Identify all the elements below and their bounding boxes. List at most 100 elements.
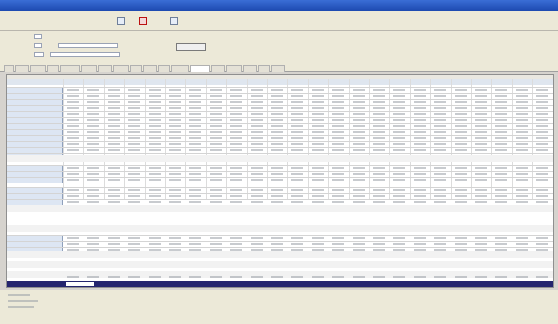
grid-cell[interactable] <box>332 137 345 139</box>
grid-cell[interactable] <box>209 173 222 175</box>
grid-cell[interactable] <box>209 101 222 103</box>
filter-input-2[interactable] <box>34 43 42 48</box>
grid-cell[interactable] <box>148 249 161 251</box>
grid-cell[interactable] <box>189 237 202 239</box>
tab-16[interactable] <box>243 65 257 72</box>
grid-cell[interactable] <box>413 125 426 127</box>
grid-cell[interactable] <box>332 276 345 278</box>
grid-cell[interactable] <box>495 101 508 103</box>
grid-cell[interactable] <box>352 113 365 115</box>
grid-cell[interactable] <box>291 89 304 91</box>
grid-cell[interactable] <box>413 101 426 103</box>
grid-cell[interactable] <box>536 137 549 139</box>
grid-cell[interactable] <box>393 89 406 91</box>
grid-cell[interactable] <box>230 173 243 175</box>
grid-cell[interactable] <box>495 143 508 145</box>
grid-cell[interactable] <box>209 201 222 203</box>
tab-14[interactable] <box>211 65 225 72</box>
grid-cell[interactable] <box>332 89 345 91</box>
grid-cell[interactable] <box>67 276 79 278</box>
grid-cell[interactable] <box>189 243 202 245</box>
grid-cell[interactable] <box>271 173 283 175</box>
grid-cell[interactable] <box>332 131 345 133</box>
grid-cell[interactable] <box>87 167 100 169</box>
grid-cell[interactable] <box>393 195 406 197</box>
grid-cell[interactable] <box>311 125 324 127</box>
grid-cell[interactable] <box>454 143 467 145</box>
grid-cell[interactable] <box>107 201 120 203</box>
grid-cell[interactable] <box>475 89 487 91</box>
grid-cell[interactable] <box>352 201 365 203</box>
grid-cell[interactable] <box>352 143 365 145</box>
grid-cell[interactable] <box>413 95 426 97</box>
grid-cell[interactable] <box>67 89 79 91</box>
grid-cell[interactable] <box>87 195 100 197</box>
grid-cell[interactable] <box>169 113 181 115</box>
grid-cell[interactable] <box>107 125 120 127</box>
grid-cell[interactable] <box>393 95 406 97</box>
tab-3[interactable] <box>30 65 46 72</box>
grid-cell[interactable] <box>128 95 141 97</box>
grid-cell[interactable] <box>332 101 345 103</box>
grid-cell[interactable] <box>393 143 406 145</box>
grid-cell[interactable] <box>475 149 487 151</box>
grid-cell[interactable] <box>169 137 181 139</box>
grid-cell[interactable] <box>373 95 385 97</box>
grid-cell[interactable] <box>454 95 467 97</box>
grid-cell[interactable] <box>475 131 487 133</box>
grid-cell[interactable] <box>373 143 385 145</box>
grid-cell[interactable] <box>434 179 447 181</box>
grid-cell[interactable] <box>515 131 528 133</box>
grid-cell[interactable] <box>67 107 79 109</box>
grid-cell[interactable] <box>536 95 549 97</box>
grid-cell[interactable] <box>393 125 406 127</box>
grid-cell[interactable] <box>373 131 385 133</box>
grid-cell[interactable] <box>209 195 222 197</box>
grid-cell[interactable] <box>413 189 426 191</box>
grid-cell[interactable] <box>434 237 447 239</box>
grid-cell[interactable] <box>291 195 304 197</box>
grid-cell[interactable] <box>413 249 426 251</box>
grid-cell[interactable] <box>230 107 243 109</box>
grid-cell[interactable] <box>209 237 222 239</box>
tab-2[interactable] <box>15 65 29 72</box>
grid-cell[interactable] <box>332 243 345 245</box>
grid-cell[interactable] <box>87 201 100 203</box>
grid-cell[interactable] <box>332 149 345 151</box>
grid-cell[interactable] <box>271 237 283 239</box>
grid-cell[interactable] <box>515 137 528 139</box>
grid-cell[interactable] <box>352 189 365 191</box>
tab-7[interactable] <box>98 65 112 72</box>
grid-cell[interactable] <box>454 149 467 151</box>
grid-cell[interactable] <box>434 89 447 91</box>
grid-cell[interactable] <box>373 167 385 169</box>
grid-cell[interactable] <box>271 95 283 97</box>
grid-cell[interactable] <box>495 276 508 278</box>
grid-cell[interactable] <box>373 195 385 197</box>
grid-cell[interactable] <box>413 149 426 151</box>
grid-cell[interactable] <box>352 167 365 169</box>
grid-cell[interactable] <box>291 243 304 245</box>
grid-cell[interactable] <box>495 113 508 115</box>
grid-cell[interactable] <box>413 179 426 181</box>
grid-cell[interactable] <box>148 101 161 103</box>
grid-cell[interactable] <box>230 276 243 278</box>
grid-cell[interactable] <box>148 113 161 115</box>
grid-cell[interactable] <box>495 179 508 181</box>
grid-cell[interactable] <box>291 113 304 115</box>
grid-cell[interactable] <box>250 137 263 139</box>
grid-cell[interactable] <box>128 143 141 145</box>
grid-cell[interactable] <box>332 173 345 175</box>
grid-cell[interactable] <box>250 95 263 97</box>
grid-cell[interactable] <box>373 189 385 191</box>
grid-cell[interactable] <box>189 179 202 181</box>
grid-cell[interactable] <box>271 119 283 121</box>
tab-4[interactable] <box>47 65 59 72</box>
grid-cell[interactable] <box>495 149 508 151</box>
grid-cell[interactable] <box>393 179 406 181</box>
grid-cell[interactable] <box>189 125 202 127</box>
grid-cell[interactable] <box>230 249 243 251</box>
grid-cell[interactable] <box>536 179 549 181</box>
grid-cell[interactable] <box>87 113 100 115</box>
grid-cell[interactable] <box>373 113 385 115</box>
